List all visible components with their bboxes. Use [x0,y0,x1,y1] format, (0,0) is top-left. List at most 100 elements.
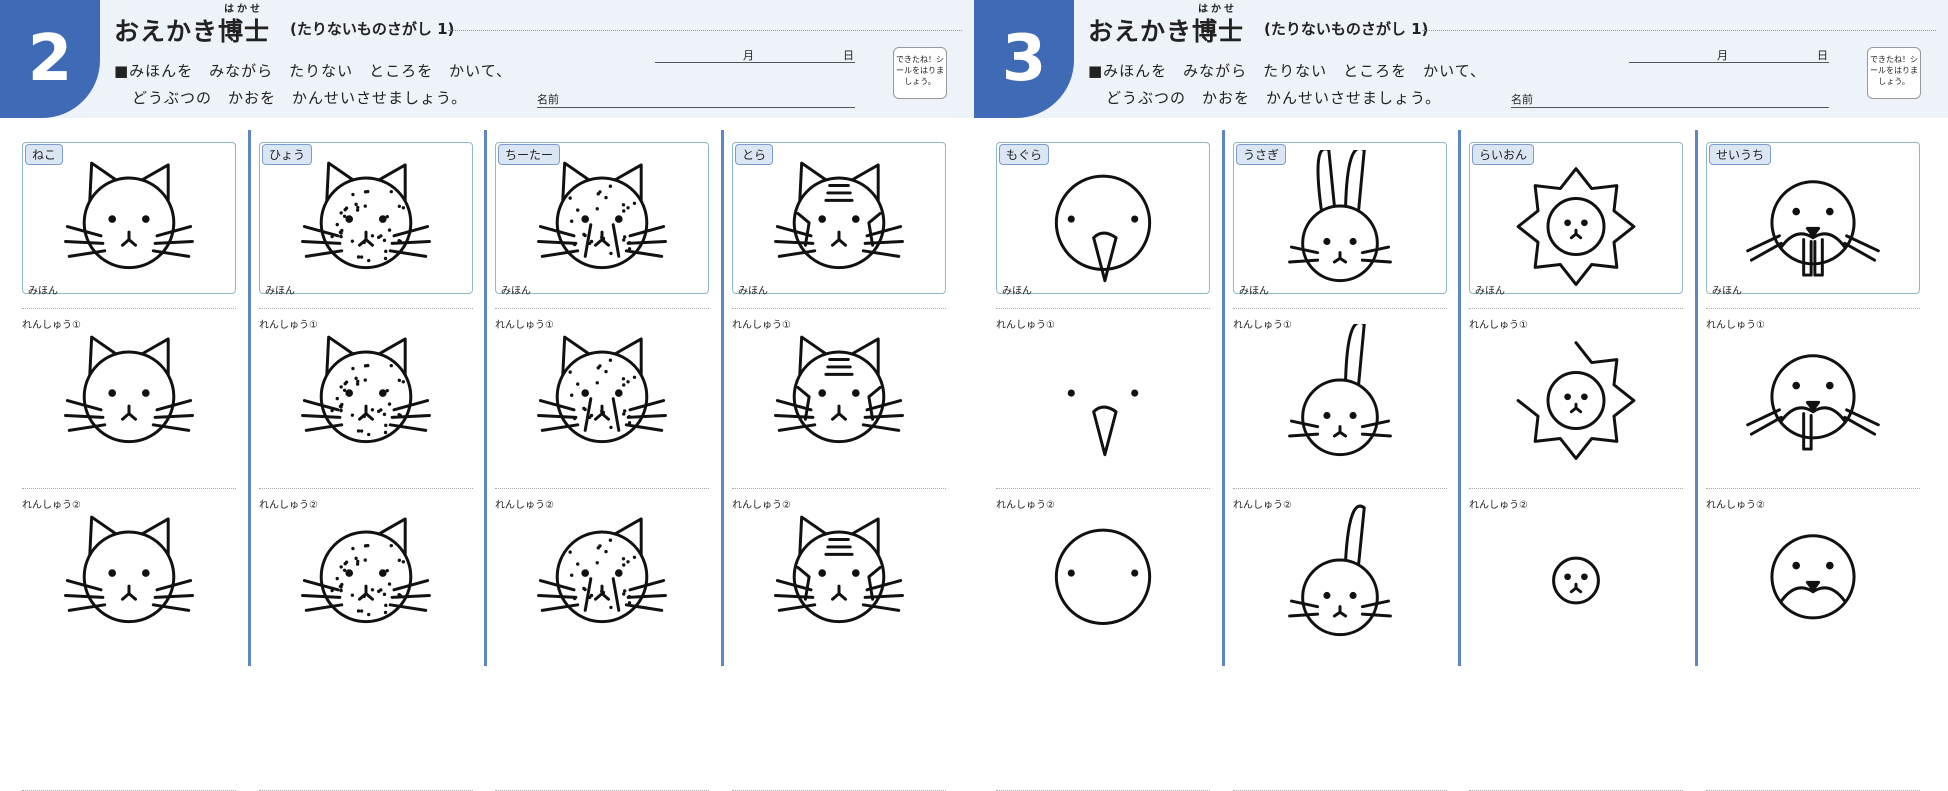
spot [377,235,381,240]
spot [401,206,406,210]
snout [1092,405,1118,457]
right-ear [1344,504,1366,566]
spot [623,409,627,413]
mane [1516,341,1636,460]
spot [385,388,389,393]
nose-mouth [357,584,375,601]
tiger-face-practice-2[interactable] [749,504,929,644]
cat-face-practice-1[interactable] [39,324,219,464]
spot [583,407,587,412]
rabbit-face-practice-2[interactable] [1250,504,1430,644]
walrus-face-practice-1[interactable] [1723,324,1903,464]
animal-column-leopard: ひょう みほん れんしゅう① れんしゅう② [259,130,473,791]
spot [601,411,605,415]
spot [608,184,613,188]
whiskers [1746,408,1880,436]
left-tusk [1802,238,1813,277]
right-whiskers [151,579,194,612]
face-drawing [301,517,431,624]
name-label: 名前 [537,93,559,106]
spot [354,202,358,206]
nose-mouth [1332,425,1348,438]
face-drawing [537,517,667,624]
spot [340,228,344,233]
right-eye [1131,389,1139,397]
spot [398,413,402,418]
leopard-face-practice-1[interactable] [276,324,456,464]
spot [339,234,343,239]
head-outline [1552,556,1600,605]
sticker-box[interactable]: できたね！シールをはりましょう。 [893,47,947,99]
lion-face-practice-2[interactable] [1486,504,1666,644]
rabbit-face-practice-1[interactable] [1250,324,1430,464]
right-eye [851,389,860,397]
face-drawing [1288,324,1392,457]
spot [363,558,367,562]
right-whiskers [151,399,194,432]
left-eye [1067,389,1075,397]
date-field[interactable] [1629,62,1829,63]
spot [363,544,368,548]
spot [382,412,387,417]
head-outline [1301,558,1379,637]
instruction-line-2: どうぶつの かおを かんせいさせましょう。 [132,89,468,107]
spot [383,256,388,261]
left-eye [345,389,354,397]
column-separator [1695,130,1698,666]
face-drawing [1746,354,1880,451]
day-label: 日 [843,49,854,62]
head-outline [1546,371,1606,431]
spot [621,377,626,381]
spot [398,593,402,598]
spot [622,563,626,567]
spot [356,379,360,384]
left-whiskers [64,579,107,612]
spot [385,214,389,219]
spot [363,378,367,382]
cheetah-face-practice-1[interactable] [512,324,692,464]
face-drawing [1288,504,1392,637]
face-drawing [1054,528,1152,625]
head-outline [1770,534,1856,620]
spot [604,369,608,374]
left-eye [1323,237,1331,246]
leopard-face-model [301,161,431,270]
spot [344,560,349,564]
cheetah-face-practice-2[interactable] [512,504,692,644]
spot [350,413,355,417]
cat-face-practice-2[interactable] [39,504,219,644]
mole-face-practice-2[interactable] [1013,504,1193,644]
head-outline [82,530,176,624]
right-eye [1131,215,1139,223]
spot [359,609,364,613]
left-tusk [1802,412,1813,451]
left-eye [345,215,354,223]
leopard-face-practice-2[interactable] [276,504,456,644]
animal-column-mole: もぐら みほん れんしゅう① れんしゅう② [996,130,1210,791]
forehead-stripes [824,537,854,556]
title-furigana: はかせ [224,4,263,15]
mole-face-practice-1[interactable] [1013,324,1193,464]
spot [330,588,334,593]
walrus-face-practice-2[interactable] [1723,504,1903,644]
lion-face-practice-1[interactable] [1486,324,1666,464]
instruction-line-2: どうぶつの かおを かんせいさせましょう。 [1106,89,1442,107]
column-separator [1222,130,1225,666]
sticker-box[interactable]: できたね！シールをはりましょう。 [1867,47,1921,99]
right-eye [1581,393,1588,401]
left-whiskers [537,399,580,432]
tiger-face-practice-1[interactable] [749,324,929,464]
title-divider [1422,30,1936,31]
name-field[interactable] [1511,107,1829,108]
right-eye [141,215,150,223]
name-field[interactable] [537,107,855,108]
spot [623,235,627,239]
row-divider [1469,488,1683,489]
spot [367,258,371,263]
date-field[interactable] [655,62,855,63]
worksheet-page-2: 2 おえかき博士 はかせ (たりないものさがし 1) ■みほんを みながら たりない と… [0,0,974,791]
spot [335,396,339,401]
left-eye [1323,591,1331,600]
spot [339,385,343,389]
nose-mouth [1569,402,1583,414]
